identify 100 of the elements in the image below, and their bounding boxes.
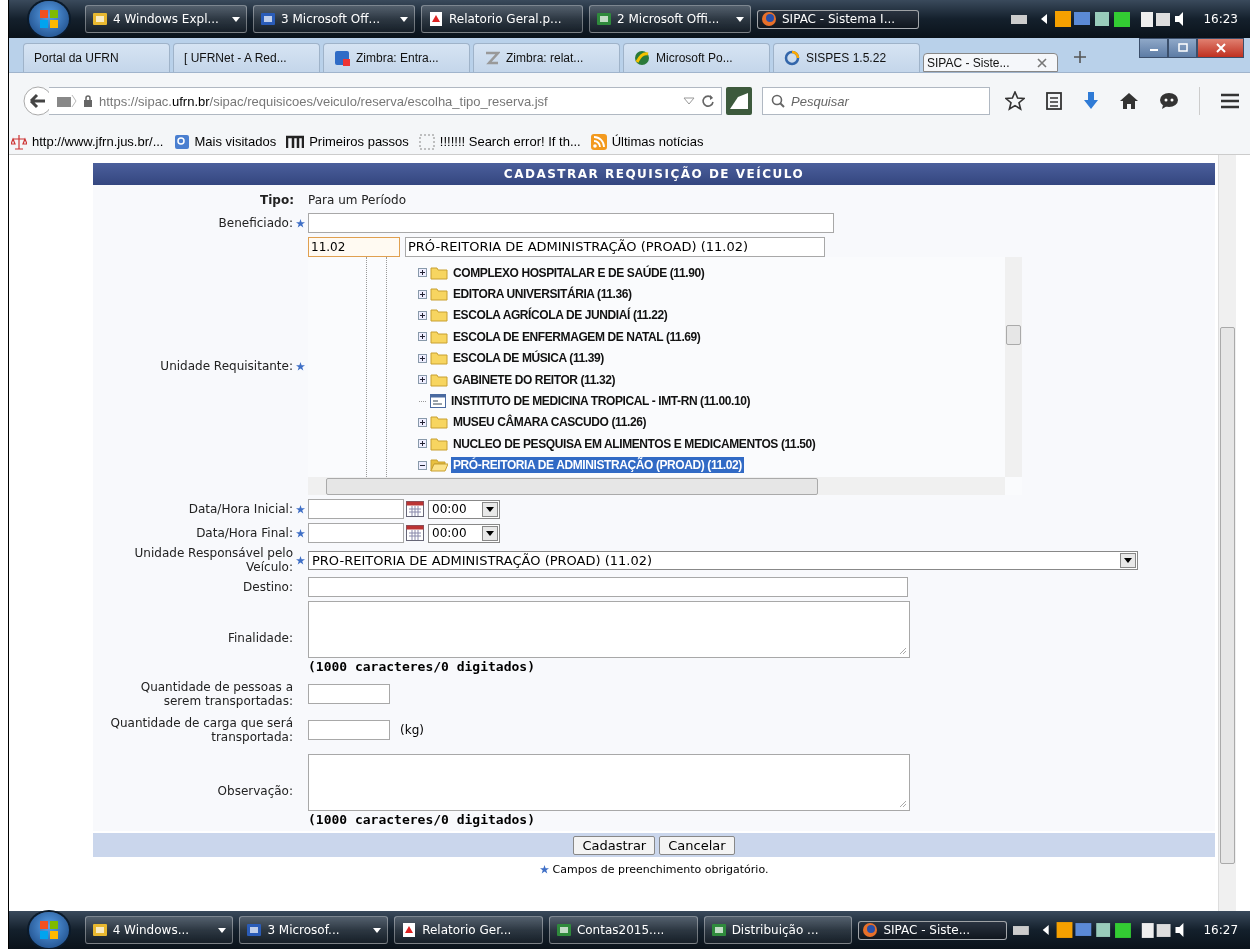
clock[interactable]: 16:27: [1203, 923, 1239, 937]
expand-icon[interactable]: [418, 268, 427, 278]
minimize-button[interactable]: [1139, 38, 1168, 58]
browser-tab[interactable]: Portal da UFRN: [23, 43, 170, 72]
taskbar-button[interactable]: SIPAC - Siste...: [858, 920, 1008, 940]
bookmark-item[interactable]: Últimas notícias: [590, 133, 704, 150]
mail-icon: [334, 50, 350, 66]
folder-icon: [430, 436, 448, 451]
addon-icon[interactable]: [726, 87, 752, 115]
app-icon: [91, 922, 108, 938]
scrollbar[interactable]: [1005, 257, 1022, 477]
taskbar-button[interactable]: Distribuição ...: [703, 916, 853, 944]
maximize-icon: [1176, 43, 1189, 53]
unit-name-field[interactable]: PRÓ-REITORIA DE ADMINISTRAÇÃO (PROAD) (11.02): [405, 237, 825, 257]
form-button[interactable]: Cadastrar: [573, 835, 656, 855]
form-button[interactable]: Cancelar: [659, 835, 735, 855]
address-bar[interactable]: https://sipac.ufrn.br/sipac/requisicoes/veiculo/reserva/escolha_tipo_reserva.jsf: [49, 87, 722, 115]
expand-icon[interactable]: [418, 353, 427, 363]
taskbar-button[interactable]: 3 Microsof...: [239, 916, 389, 944]
taskbar-button[interactable]: Relatorio Geral.p...: [421, 5, 583, 33]
tree-item[interactable]: NUCLEO DE PESQUISA EM ALIMENTOS E MEDICAMENTOS (11.50): [451, 435, 818, 452]
start-button[interactable]: [29, 1, 69, 37]
number-field[interactable]: [308, 684, 390, 704]
date-field[interactable]: [308, 523, 404, 543]
tree-item[interactable]: PRÓ-REITORIA DE ADMINISTRAÇÃO (PROAD) (11.02): [451, 457, 744, 474]
field-label: Observação:: [217, 783, 293, 798]
app-icon: [260, 11, 276, 27]
tree-item[interactable]: ESCOLA DE ENFERMAGEM DE NATAL (11.69): [451, 328, 703, 345]
resize-grip-icon[interactable]: [899, 647, 907, 655]
tree-item[interactable]: MUSEU CÂMARA CASCUDO (11.26): [451, 414, 649, 431]
expand-icon[interactable]: [418, 289, 427, 299]
clock[interactable]: 16:23: [1203, 12, 1238, 26]
browser-tab[interactable]: SIPAC - Siste...: [923, 53, 1058, 72]
bookmark-item[interactable]: Mais visitados: [173, 133, 277, 150]
collapse-icon[interactable]: [418, 460, 427, 470]
maximize-button[interactable]: [1168, 38, 1197, 58]
caret-icon: [1120, 552, 1136, 568]
taskbar-button[interactable]: 3 Microsoft Off...: [253, 5, 415, 33]
taskbar-button[interactable]: Relatorio Ger...: [394, 916, 543, 944]
page-icon[interactable]: [55, 94, 77, 108]
browser-tab[interactable]: SISPES 1.5.22: [773, 43, 920, 72]
code-field[interactable]: 11.02: [308, 237, 400, 257]
page-scrollbar[interactable]: [1218, 155, 1236, 911]
expand-icon[interactable]: [418, 375, 427, 385]
required-star-icon: [539, 865, 549, 874]
required-star-icon: [296, 361, 305, 371]
menu-icon[interactable]: [1220, 93, 1240, 109]
tree-item[interactable]: EDITORA UNIVERSITÁRIA (11.36): [451, 286, 634, 303]
search-field[interactable]: Pesquisar: [762, 87, 990, 115]
new-tab-icon[interactable]: [1073, 50, 1087, 64]
taskbar-button[interactable]: SIPAC - Sistema I...: [757, 9, 919, 29]
taskbar-button[interactable]: 4 Windows...: [84, 916, 234, 944]
scrollbar[interactable]: [308, 477, 1005, 495]
reload-icon[interactable]: [701, 94, 715, 108]
tree-item[interactable]: GABINETE DO REITOR (11.32): [451, 371, 618, 388]
folder-icon: [430, 265, 448, 280]
calendar-icon[interactable]: [406, 501, 424, 517]
text-field[interactable]: [308, 577, 908, 597]
tree-item[interactable]: INSTITUTO DE MEDICINA TROPICAL - IMT-RN (11.00.10): [449, 393, 753, 410]
tree-item[interactable]: ESCOLA AGRÍCOLA DE JUNDIAÍ (11.22): [451, 307, 670, 324]
expand-icon[interactable]: [418, 310, 427, 320]
start-button[interactable]: [29, 912, 69, 948]
browser-tab[interactable]: Zimbra: relat...: [473, 43, 620, 72]
bookmark-item[interactable]: !!!!!!! Search error! If th...: [418, 133, 581, 150]
bookmark-item[interactable]: Primeiros passos: [286, 134, 409, 149]
reading-list-icon[interactable]: [1045, 91, 1063, 111]
unit-select[interactable]: PRO-REITORIA DE ADMINISTRAÇÃO (PROAD) (11.02): [308, 550, 1138, 570]
time-select[interactable]: 00:00: [428, 523, 500, 543]
expand-icon[interactable]: [418, 417, 427, 427]
windows-logo-icon: [37, 7, 61, 31]
browser-icon: [761, 11, 777, 27]
chat-icon[interactable]: [1159, 92, 1179, 110]
rss-icon: [590, 133, 607, 150]
text-field[interactable]: [308, 213, 834, 233]
expand-icon[interactable]: [418, 332, 427, 342]
date-field[interactable]: [308, 499, 404, 519]
caret-icon: [400, 16, 408, 22]
download-icon[interactable]: [1083, 91, 1099, 111]
app-icon: [246, 922, 263, 938]
close-icon[interactable]: [1037, 57, 1047, 68]
taskbar-button[interactable]: Contas2015....: [548, 916, 698, 944]
tree-item[interactable]: ESCOLA DE MÚSICA (11.39): [451, 350, 606, 367]
pdf-icon: [401, 922, 418, 938]
calendar-icon[interactable]: [406, 525, 424, 541]
close-button[interactable]: [1197, 38, 1244, 58]
taskbar-button[interactable]: 2 Microsoft Offi...: [589, 5, 751, 33]
dropdown-icon[interactable]: [683, 97, 695, 105]
browser-tab[interactable]: [ UFRNet - A Red...: [173, 43, 320, 72]
bookmark-item[interactable]: http://www.jfrn.jus.br/...: [11, 133, 164, 150]
browser-tab[interactable]: Zimbra: Entra...: [323, 43, 470, 72]
browser-tab[interactable]: Microsoft Po...: [623, 43, 770, 72]
expand-icon[interactable]: [418, 439, 427, 449]
tree-item[interactable]: COMPLEXO HOSPITALAR E DE SAÚDE (11.90): [451, 264, 707, 281]
resize-grip-icon[interactable]: [899, 800, 907, 808]
field-label: Data/Hora Final:: [196, 526, 293, 540]
number-field[interactable]: [308, 720, 390, 740]
taskbar-button[interactable]: 4 Windows Expl...: [85, 5, 247, 33]
home-icon[interactable]: [1119, 92, 1139, 110]
bookmark-star-icon[interactable]: [1005, 91, 1025, 111]
time-select[interactable]: 00:00: [428, 499, 500, 519]
